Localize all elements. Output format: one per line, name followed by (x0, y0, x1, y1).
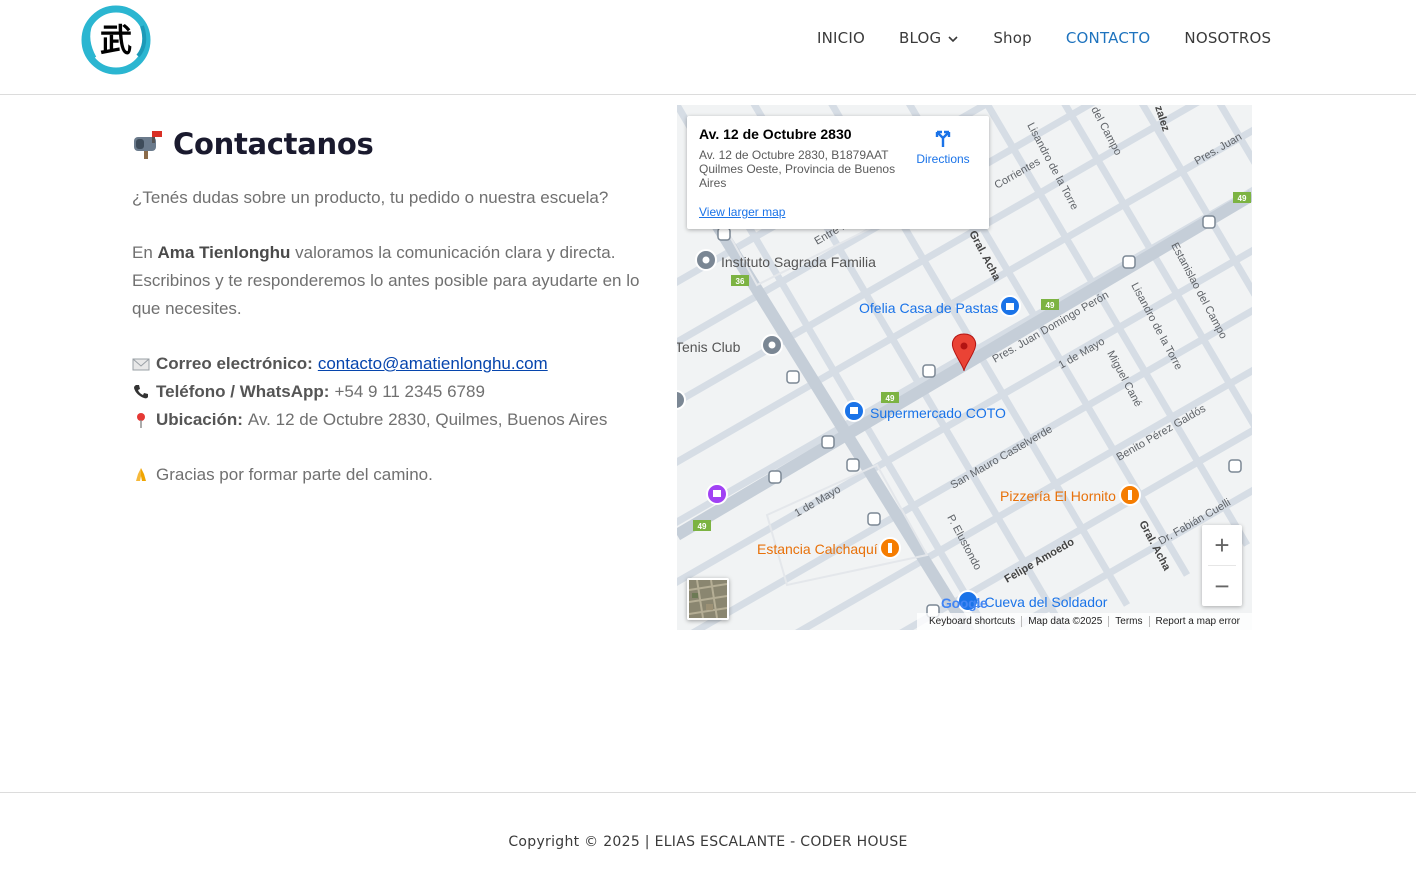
location-value: Av. 12 de Octubre 2830, Quilmes, Buenos … (247, 410, 608, 429)
chevron-down-icon[interactable] (947, 33, 959, 45)
poi-label[interactable]: Supermercado COTO (870, 405, 1006, 421)
description-prefix: En (132, 243, 158, 262)
pushpin-icon (137, 413, 145, 428)
intro-text: ¿Tenés dudas sobre un producto, tu pedid… (132, 188, 609, 207)
page-title-row: Contactanos (132, 120, 652, 168)
nav-item-blog[interactable]: BLOG (899, 28, 959, 48)
phone-label: Teléfono / WhatsApp: (156, 382, 330, 401)
brand-name: Ama Tienlonghu (157, 243, 291, 262)
route-shield: 49 (886, 394, 895, 403)
main-nav: INICIO BLOG Shop CONTACTO NOSOTROS (817, 28, 1271, 48)
route-shield: 36 (736, 277, 745, 286)
directions-icon (935, 130, 951, 147)
nav-link-shop[interactable]: Shop (993, 29, 1032, 47)
location-line: Ubicación: Av. 12 de Octubre 2830, Quilm… (132, 406, 607, 434)
map-attribution: Keyboard shortcuts Map data ©2025 Terms … (917, 613, 1252, 630)
google-map[interactable]: Pres. Juan Domingo Perón 1 de Mayo Migue… (677, 105, 1252, 630)
location-label: Ubicación: (156, 410, 243, 429)
logo[interactable]: 武 (80, 4, 152, 76)
zoom-out-button[interactable]: − (1202, 566, 1242, 606)
google-logo: Google (941, 595, 988, 611)
satellite-thumbnail-icon (689, 580, 727, 618)
site-header: 武 INICIO BLOG Shop CONTACTO NOSOTROS (0, 0, 1416, 95)
nav-link-nosotros[interactable]: NOSOTROS (1184, 29, 1271, 47)
map-data-text: Map data ©2025 (1028, 616, 1103, 627)
nav-item-shop[interactable]: Shop (993, 28, 1032, 48)
poi-label[interactable]: Ofelia Casa de Pastas (859, 300, 998, 316)
route-shield: 49 (698, 522, 707, 531)
copyright-text: Copyright © 2025 | ELIAS ESCALANTE - COD… (508, 834, 908, 850)
mailbox-icon (134, 131, 162, 159)
nav-link-contacto[interactable]: CONTACTO (1066, 29, 1151, 47)
directions-label: Directions (916, 152, 970, 166)
telephone-icon (134, 385, 148, 399)
google-logo-text: Google (941, 595, 988, 611)
page-title: Contactanos (173, 127, 374, 161)
view-larger-map-link[interactable]: View larger map (699, 205, 785, 219)
phone-line: Teléfono / WhatsApp: +54 9 11 2345 6789 (132, 378, 485, 406)
route-shield: 49 (1238, 194, 1247, 203)
zoom-in-button[interactable]: + (1202, 525, 1242, 565)
poi-label[interactable]: Pizzería El Hornito (1000, 488, 1116, 504)
terms-link[interactable]: Terms (1109, 616, 1148, 627)
poi-label[interactable]: Instituto Sagrada Familia (721, 254, 876, 270)
phone-value: +54 9 11 2345 6789 (334, 382, 485, 401)
poi-label[interactable]: Tenis Club (677, 339, 741, 355)
report-error-link[interactable]: Report a map error (1150, 616, 1246, 627)
keyboard-shortcuts-link[interactable]: Keyboard shortcuts (923, 616, 1021, 627)
logo-glyph: 武 (100, 21, 132, 59)
contact-content: Contactanos ¿Tenés dudas sobre un produc… (132, 120, 652, 484)
email-label: Correo electrónico: (156, 354, 313, 373)
poi-label[interactable]: Estancia Calchaquí (757, 541, 878, 557)
thanks-text: Gracias por formar parte del camino. (156, 465, 433, 484)
nav-item-contacto[interactable]: CONTACTO (1066, 28, 1151, 48)
envelope-icon (132, 358, 150, 371)
place-address: Av. 12 de Octubre 2830, B1879AAT Quilmes… (699, 148, 896, 190)
zoom-controls: + − (1202, 525, 1242, 606)
place-title: Av. 12 de Octubre 2830 (699, 126, 852, 142)
nav-item-inicio[interactable]: INICIO (817, 28, 865, 48)
nav-item-nosotros[interactable]: NOSOTROS (1184, 28, 1271, 48)
site-footer: Copyright © 2025 | ELIAS ESCALANTE - COD… (0, 792, 1416, 871)
route-shield: 49 (1046, 301, 1055, 310)
nav-link-inicio[interactable]: INICIO (817, 29, 865, 47)
email-line: Correo electrónico: contacto@amatienlong… (132, 350, 548, 378)
directions-button[interactable]: Directions (909, 126, 977, 166)
place-info-card: Av. 12 de Octubre 2830 Av. 12 de Octubre… (687, 116, 989, 229)
thanks-line: Gracias por formar parte del camino. (132, 461, 433, 489)
description-text: En Ama Tienlonghu valoramos la comunicac… (132, 239, 652, 323)
email-link[interactable]: contacto@amatienlonghu.com (318, 354, 548, 374)
satellite-toggle[interactable] (687, 578, 729, 620)
folded-hands-icon (136, 468, 146, 481)
nav-link-blog[interactable]: BLOG (899, 29, 941, 47)
